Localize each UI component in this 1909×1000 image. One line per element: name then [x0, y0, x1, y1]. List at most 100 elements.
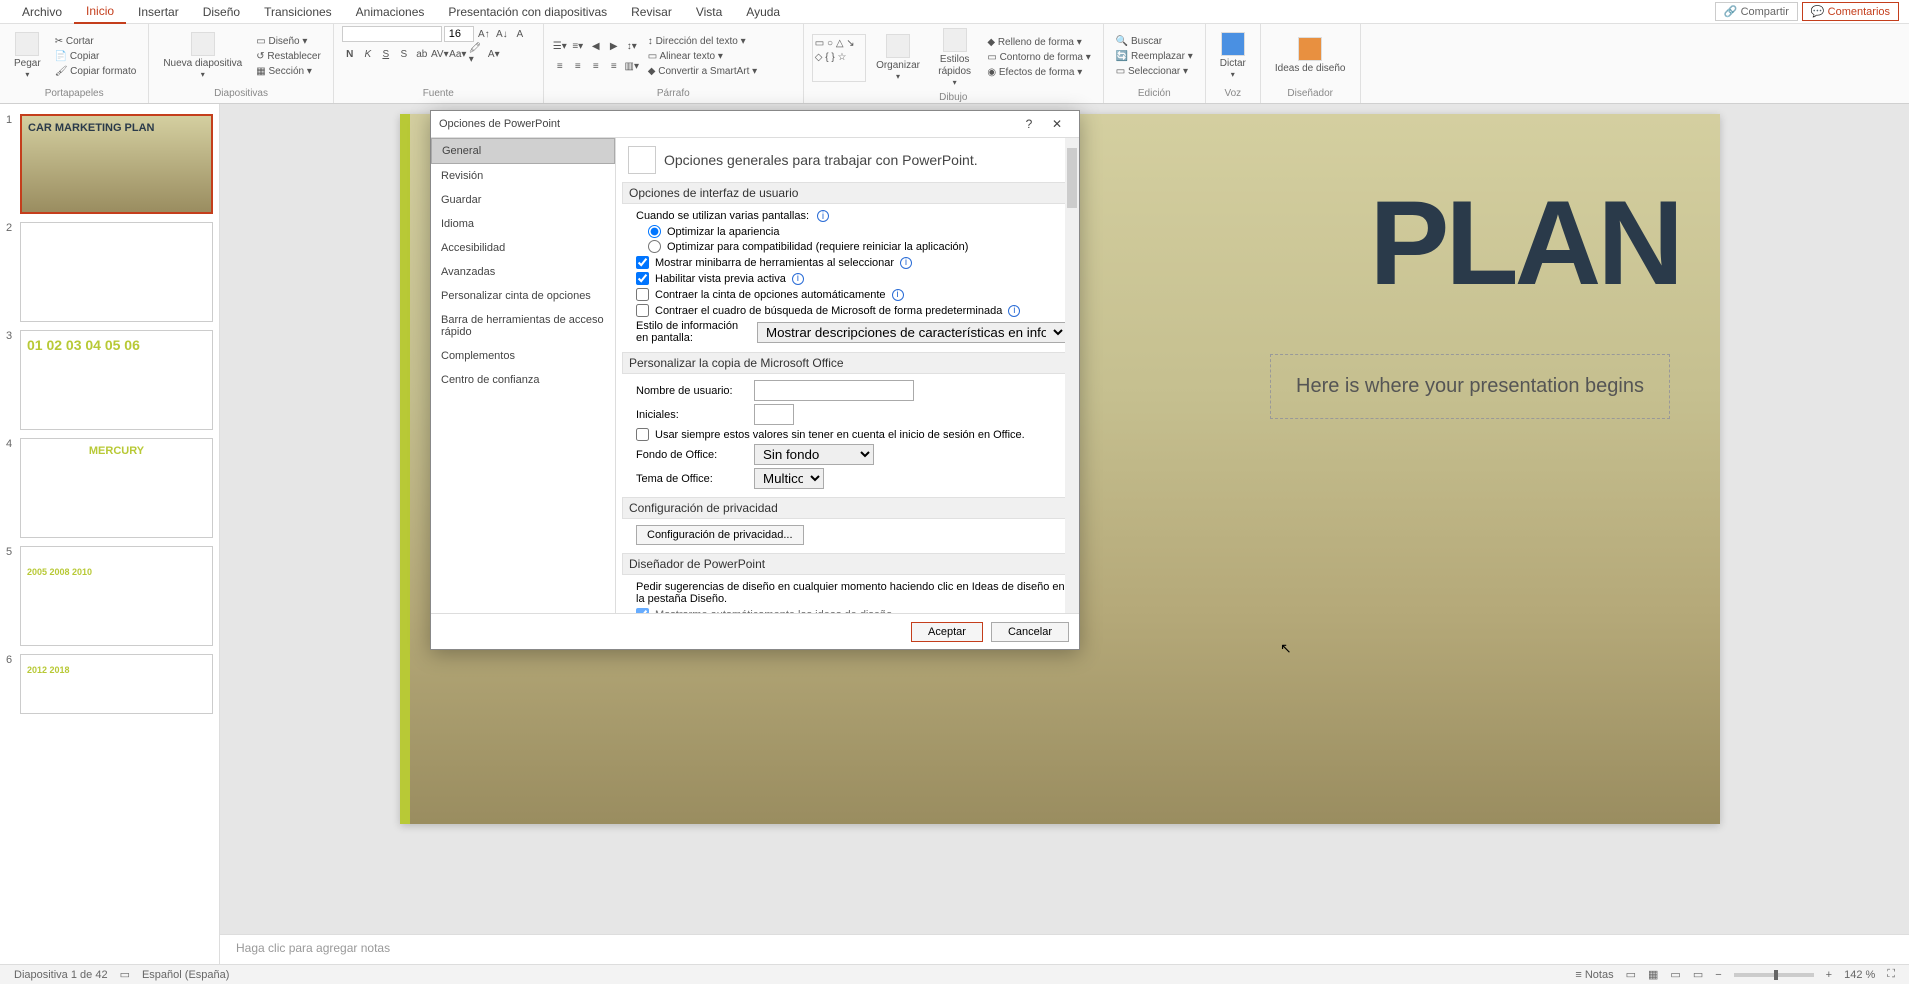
check-collapse-ribbon[interactable] [636, 288, 649, 301]
privacy-settings-button[interactable]: Configuración de privacidad... [636, 525, 804, 545]
underline-icon[interactable]: S [378, 46, 394, 62]
check-auto-design-ideas[interactable] [636, 608, 649, 613]
align-right-icon[interactable]: ≡ [588, 58, 604, 74]
zoom-level[interactable]: 142 % [1838, 969, 1881, 981]
quick-styles-button[interactable]: Estilos rápidos▾ [930, 26, 979, 90]
comments-button[interactable]: 💬 Comentarios [1802, 2, 1899, 21]
nav-trust[interactable]: Centro de confianza [431, 368, 615, 392]
justify-icon[interactable]: ≡ [606, 58, 622, 74]
share-button[interactable]: 🔗 Compartir [1715, 2, 1798, 21]
spacing-icon[interactable]: AV▾ [432, 46, 448, 62]
zoom-out-icon[interactable]: − [1709, 969, 1727, 981]
indent-dec-icon[interactable]: ◀ [588, 38, 604, 54]
nav-qat[interactable]: Barra de herramientas de acceso rápido [431, 308, 615, 344]
italic-icon[interactable]: K [360, 46, 376, 62]
numbering-icon[interactable]: ≡▾ [570, 38, 586, 54]
info-icon[interactable]: i [792, 273, 804, 285]
nav-general[interactable]: General [431, 138, 615, 164]
shape-outline-button[interactable]: ▭ Contorno de forma ▾ [983, 51, 1094, 64]
font-size-input[interactable] [444, 26, 474, 42]
cut-button[interactable]: ✂ Cortar [51, 35, 141, 48]
tab-presentacion[interactable]: Presentación con diapositivas [436, 1, 619, 23]
tab-ayuda[interactable]: Ayuda [734, 1, 792, 23]
tab-revisar[interactable]: Revisar [619, 1, 684, 23]
ok-button[interactable]: Aceptar [911, 622, 983, 642]
increase-font-icon[interactable]: A↑ [476, 26, 492, 42]
smartart-button[interactable]: ◆ Convertir a SmartArt ▾ [644, 65, 761, 78]
shape-fill-button[interactable]: ◆ Relleno de forma ▾ [983, 36, 1094, 49]
align-left-icon[interactable]: ≡ [552, 58, 568, 74]
thumb-2[interactable] [20, 222, 213, 322]
dictate-button[interactable]: Dictar▾ [1214, 30, 1252, 82]
dialog-scrollbar[interactable] [1065, 138, 1079, 613]
bold-icon[interactable]: N [342, 46, 358, 62]
select-button[interactable]: ▭ Seleccionar ▾ [1112, 65, 1197, 78]
nav-cinta[interactable]: Personalizar cinta de opciones [431, 284, 615, 308]
tab-transiciones[interactable]: Transiciones [252, 1, 344, 23]
thumb-4[interactable]: MERCURY [20, 438, 213, 538]
bullets-icon[interactable]: ☰▾ [552, 38, 568, 54]
nav-complementos[interactable]: Complementos [431, 344, 615, 368]
slide-thumbnails[interactable]: 1CAR MARKETING PLAN 2 301 02 03 04 05 06… [0, 104, 220, 964]
case-icon[interactable]: Aa▾ [450, 46, 466, 62]
nav-idioma[interactable]: Idioma [431, 212, 615, 236]
info-icon[interactable]: i [817, 210, 829, 222]
normal-view-icon[interactable]: ▭ [1620, 968, 1642, 981]
info-icon[interactable]: i [900, 257, 912, 269]
tab-animaciones[interactable]: Animaciones [344, 1, 437, 23]
line-spacing-icon[interactable]: ↕▾ [624, 38, 640, 54]
slide-subtitle[interactable]: Here is where your presentation begins [1270, 354, 1670, 419]
paste-button[interactable]: Pegar▾ [8, 30, 47, 82]
replace-button[interactable]: 🔄 Reemplazar ▾ [1112, 50, 1197, 63]
section-button[interactable]: ▦ Sección ▾ [252, 65, 325, 78]
info-icon[interactable]: i [1008, 305, 1020, 317]
new-slide-button[interactable]: Nueva diapositiva▾ [157, 30, 248, 82]
shape-effects-button[interactable]: ◉ Efectos de forma ▾ [983, 66, 1094, 79]
copy-button[interactable]: 📄 Copiar [51, 50, 141, 63]
check-minibar[interactable] [636, 256, 649, 269]
strike-icon[interactable]: S [396, 46, 412, 62]
fit-window-icon[interactable]: ⛶ [1881, 968, 1901, 981]
tab-archivo[interactable]: Archivo [10, 1, 74, 23]
radio-optimize-appearance[interactable] [648, 225, 661, 238]
check-always-use[interactable] [636, 428, 649, 441]
highlight-icon[interactable]: 🖍▾ [468, 46, 484, 62]
layout-button[interactable]: ▭ Diseño ▾ [252, 35, 325, 48]
shadow-icon[interactable]: ab [414, 46, 430, 62]
office-theme-select[interactable]: Multicolor [754, 468, 824, 489]
close-icon[interactable]: ✕ [1043, 114, 1071, 134]
thumb-3[interactable]: 01 02 03 04 05 06 [20, 330, 213, 430]
thumb-5[interactable]: 2005 2008 2010 [20, 546, 213, 646]
check-collapse-search[interactable] [636, 304, 649, 317]
tooltip-style-select[interactable]: Mostrar descripciones de características… [757, 322, 1067, 343]
design-ideas-button[interactable]: Ideas de diseño [1269, 35, 1352, 77]
arrange-button[interactable]: Organizar▾ [870, 32, 926, 84]
nav-revision[interactable]: Revisión [431, 164, 615, 188]
check-live-preview[interactable] [636, 272, 649, 285]
tab-insertar[interactable]: Insertar [126, 1, 191, 23]
indent-inc-icon[interactable]: ▶ [606, 38, 622, 54]
clear-format-icon[interactable]: A [512, 26, 528, 42]
nav-guardar[interactable]: Guardar [431, 188, 615, 212]
tab-vista[interactable]: Vista [684, 1, 734, 23]
reset-button[interactable]: ↺ Restablecer [252, 50, 325, 63]
slide-title[interactable]: PLAN [1369, 174, 1680, 312]
reading-view-icon[interactable]: ▭ [1664, 968, 1686, 981]
font-name-input[interactable] [342, 26, 442, 42]
font-color-icon[interactable]: A▾ [486, 46, 502, 62]
nav-avanzadas[interactable]: Avanzadas [431, 260, 615, 284]
nav-accesibilidad[interactable]: Accesibilidad [431, 236, 615, 260]
shapes-gallery[interactable]: ▭ ○ △ ↘◇ { } ☆ [812, 34, 866, 82]
office-background-select[interactable]: Sin fondo [754, 444, 874, 465]
decrease-font-icon[interactable]: A↓ [494, 26, 510, 42]
format-painter-button[interactable]: 🖌 Copiar formato [51, 65, 141, 78]
spell-check-icon[interactable]: ▭ [114, 968, 136, 981]
zoom-in-icon[interactable]: + [1820, 969, 1838, 981]
notes-toggle[interactable]: ≡ Notas [1569, 969, 1619, 981]
align-text-button[interactable]: ▭ Alinear texto ▾ [644, 50, 761, 63]
tab-inicio[interactable]: Inicio [74, 0, 126, 24]
language-indicator[interactable]: Español (España) [136, 969, 235, 981]
align-center-icon[interactable]: ≡ [570, 58, 586, 74]
info-icon[interactable]: i [892, 289, 904, 301]
columns-icon[interactable]: ▥▾ [624, 58, 640, 74]
